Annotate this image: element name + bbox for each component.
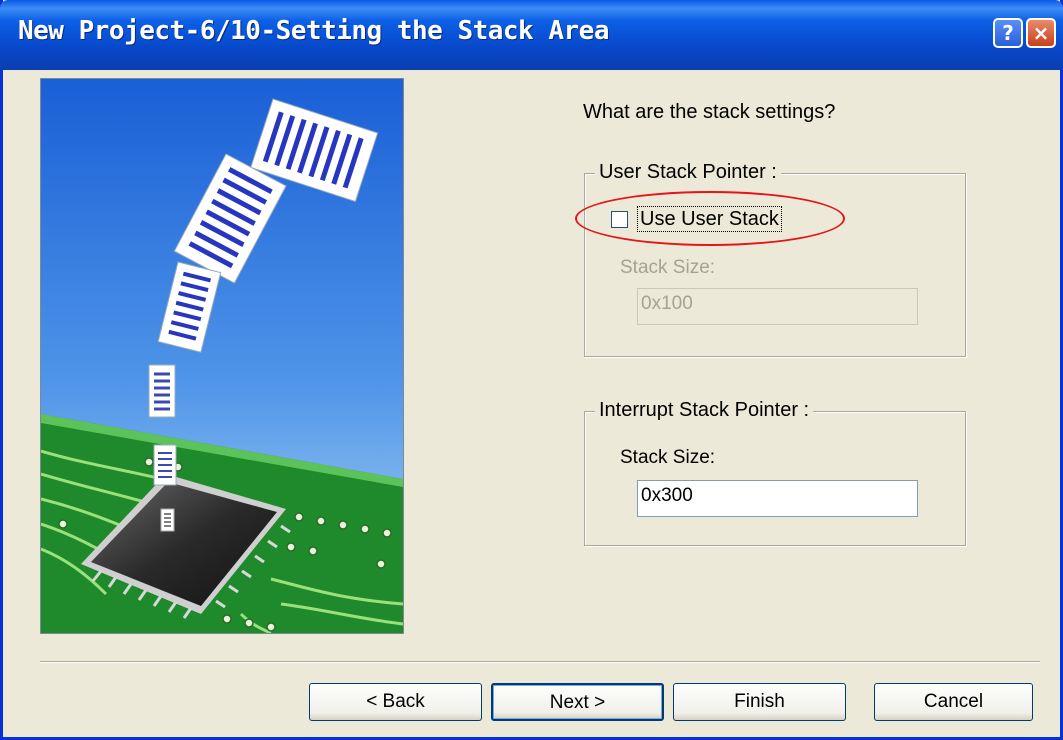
window-title: New Project-6/10-Setting the Stack Area <box>18 16 609 46</box>
finish-button[interactable]: Finish <box>673 683 846 721</box>
highlight-annotation-ellipse <box>575 191 845 246</box>
next-button[interactable]: Next > <box>491 683 664 721</box>
stack-settings-question: What are the stack settings? <box>583 101 836 123</box>
user-stack-size-label: Stack Size: <box>620 257 716 278</box>
dialog-window: New Project-6/10-Setting the Stack Area … <box>0 0 1063 740</box>
interrupt-stack-pointer-group: Interrupt Stack Pointer : <box>584 399 966 546</box>
interrupt-stack-size-label: Stack Size: <box>620 447 716 468</box>
interrupt-stack-size-input[interactable]: 0x300 <box>637 480 918 517</box>
chip-illustration <box>41 79 403 633</box>
user-stack-size-input: 0x100 <box>637 288 918 325</box>
back-button[interactable]: < Back <box>309 683 482 721</box>
user-stack-pointer-legend: User Stack Pointer : <box>595 161 781 184</box>
button-separator <box>40 661 1040 663</box>
title-bar[interactable]: New Project-6/10-Setting the Stack Area … <box>0 0 1063 70</box>
cancel-button[interactable]: Cancel <box>874 683 1033 721</box>
close-button[interactable]: × <box>1026 18 1056 48</box>
interrupt-stack-pointer-legend: Interrupt Stack Pointer : <box>595 399 814 422</box>
wizard-illustration <box>40 78 404 634</box>
help-button[interactable]: ? <box>993 18 1023 48</box>
